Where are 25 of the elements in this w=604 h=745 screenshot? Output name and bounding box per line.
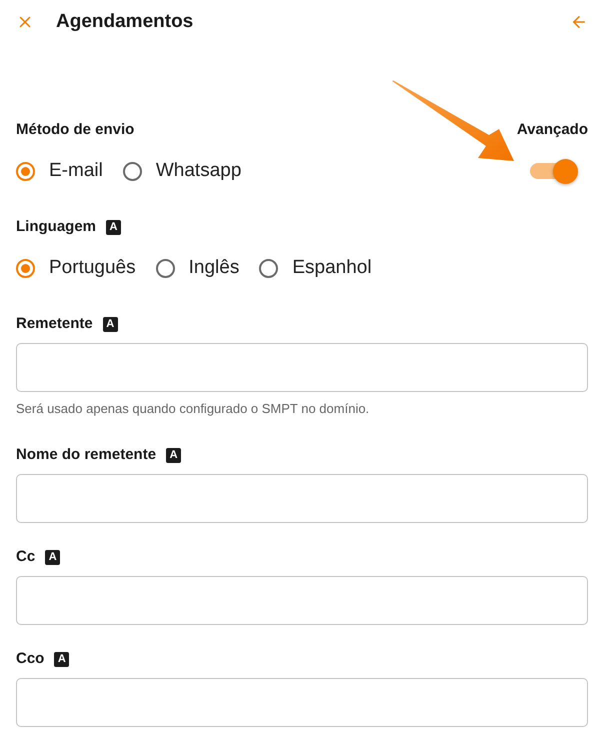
radio-option[interactable]: E-mail — [16, 158, 103, 184]
radio-option[interactable]: Espanhol — [259, 255, 372, 281]
field-label: Nome do remetente — [16, 445, 156, 465]
translation-indicator: A — [166, 448, 182, 462]
radio-option[interactable]: Whatsapp — [122, 158, 242, 184]
field-label: Método de envio — [16, 120, 134, 140]
text-input-field[interactable] — [16, 343, 588, 392]
radio-option[interactable]: Inglês — [156, 255, 240, 281]
field-label: Linguagem — [16, 217, 96, 237]
text-input-field[interactable] — [16, 474, 588, 523]
translation-indicator: A — [45, 550, 60, 564]
field-label: Avançado — [516, 120, 588, 140]
radio-option[interactable]: Português — [16, 255, 136, 281]
field-label: Remetente — [16, 314, 93, 334]
translation-indicator: A — [102, 316, 118, 332]
field-label: Cc — [16, 547, 36, 567]
page-title: Agendamentos — [56, 10, 194, 34]
back-button[interactable] — [570, 13, 588, 31]
text-input-field[interactable] — [16, 678, 588, 727]
text-input-field[interactable] — [16, 576, 588, 625]
advanced-toggle[interactable] — [528, 158, 578, 184]
translation-indicator: A — [54, 652, 70, 666]
helper-text: Será usado apenas quando configurado o SMPT no domínio. — [16, 400, 370, 418]
translation-indicator: A — [106, 220, 122, 234]
field-label: Cco — [16, 649, 44, 669]
